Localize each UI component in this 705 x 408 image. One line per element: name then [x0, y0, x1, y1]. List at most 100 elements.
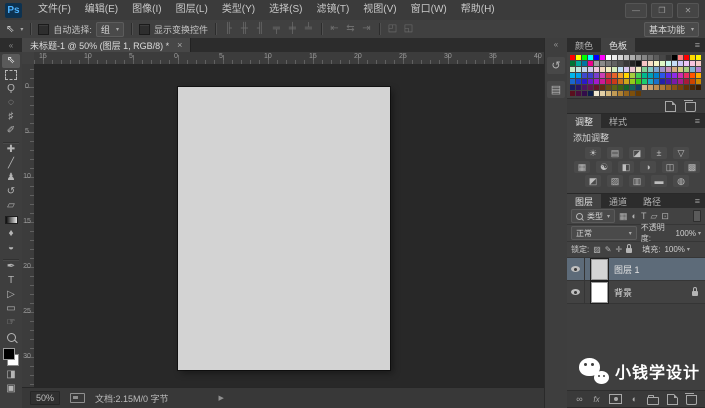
align-horizontal-centers-icon[interactable]: ╫ — [239, 23, 250, 35]
color-swatch[interactable] — [582, 73, 587, 78]
color-swatch[interactable] — [570, 73, 575, 78]
color-swatch[interactable] — [606, 61, 611, 66]
color-swatch[interactable] — [594, 67, 599, 72]
panel-tab[interactable]: 色板 — [601, 38, 636, 52]
color-swatch[interactable] — [630, 73, 635, 78]
align-bottom-edges-icon[interactable]: ╧ — [303, 23, 314, 35]
color-swatch[interactable] — [618, 67, 623, 72]
color-swatch[interactable] — [612, 91, 617, 96]
dodge-tool[interactable]: ◒ — [2, 241, 20, 255]
color-swatch[interactable] — [678, 85, 683, 90]
workspace-dropdown[interactable]: 基本功能 ▾ — [643, 21, 699, 37]
menu-item[interactable]: 图层(L) — [169, 0, 215, 20]
color-swatch[interactable] — [588, 91, 593, 96]
color-swatch[interactable] — [630, 85, 635, 90]
color-swatch[interactable] — [582, 91, 587, 96]
color-swatch[interactable] — [654, 85, 659, 90]
color-swatch[interactable] — [570, 67, 575, 72]
filter-type-layers-icon[interactable]: T — [641, 211, 647, 222]
color-swatch[interactable] — [636, 85, 641, 90]
filter-adjustment-layers-icon[interactable]: ◐ — [632, 211, 637, 222]
color-swatch[interactable] — [570, 85, 575, 90]
color-swatch[interactable] — [618, 85, 623, 90]
new-layer-icon[interactable] — [667, 393, 678, 405]
menu-item[interactable]: 选择(S) — [262, 0, 309, 20]
align-right-edges-icon[interactable]: ╢ — [255, 23, 266, 35]
color-balance-icon[interactable]: ☯ — [596, 161, 612, 173]
color-swatch[interactable] — [666, 67, 671, 72]
3d-roll-icon[interactable]: ◱ — [403, 23, 414, 35]
color-swatch[interactable] — [672, 61, 677, 66]
menu-item[interactable]: 编辑(E) — [78, 0, 125, 20]
visibility-cell[interactable] — [567, 258, 585, 280]
filter-pixel-layers-icon[interactable]: ▦ — [619, 211, 628, 222]
new-group-icon[interactable] — [647, 394, 659, 405]
delete-layer-icon[interactable] — [685, 393, 697, 405]
layer-thumbnail[interactable] — [590, 280, 609, 304]
color-swatch[interactable] — [570, 91, 575, 96]
color-swatch[interactable] — [672, 55, 677, 60]
color-swatch[interactable] — [642, 67, 647, 72]
blur-tool[interactable]: ♦ — [2, 227, 20, 241]
color-swatch[interactable] — [570, 79, 575, 84]
panel-tab[interactable]: 通道 — [601, 194, 635, 208]
color-swatch[interactable] — [654, 55, 659, 60]
color-swatch[interactable] — [594, 85, 599, 90]
show-transform-controls-checkbox[interactable] — [138, 23, 150, 35]
color-swatch[interactable] — [588, 55, 593, 60]
lock-pixels-icon[interactable]: ✎ — [605, 245, 612, 254]
color-swatch[interactable] — [672, 79, 677, 84]
document-tab[interactable]: 未标题-1 @ 50% (图层 1, RGB/8) * × — [22, 38, 192, 52]
color-swatch[interactable] — [690, 85, 695, 90]
blend-mode-dropdown[interactable]: 正常 ▾ — [571, 226, 637, 240]
close-button[interactable]: ✕ — [677, 2, 699, 18]
black-white-icon[interactable]: ◧ — [618, 161, 634, 173]
posterize-icon[interactable]: ▨ — [607, 175, 623, 187]
color-swatch[interactable] — [588, 67, 593, 72]
exposure-icon[interactable]: ± — [651, 147, 667, 159]
lock-transparency-icon[interactable]: ▨ — [593, 245, 601, 254]
color-swatch[interactable] — [696, 61, 701, 66]
color-swatch[interactable] — [588, 79, 593, 84]
color-swatch[interactable] — [642, 55, 647, 60]
document-canvas[interactable] — [178, 87, 390, 370]
color-swatch[interactable] — [678, 79, 683, 84]
color-swatch[interactable] — [636, 61, 641, 66]
color-swatch[interactable] — [672, 73, 677, 78]
menu-item[interactable]: 图像(I) — [125, 0, 168, 20]
path-selection-tool[interactable]: ▷ — [2, 288, 20, 302]
opacity-dropdown[interactable]: 100% ▾ — [676, 229, 701, 238]
lasso-tool[interactable]: Ϙ — [2, 82, 20, 96]
canvas-workspace[interactable] — [34, 64, 545, 388]
hue-saturation-icon[interactable]: ▦ — [574, 161, 590, 173]
color-swatch[interactable] — [612, 85, 617, 90]
move-tool[interactable]: ⇖ — [2, 54, 20, 68]
collapse-toolbar-icon[interactable]: « — [0, 38, 22, 52]
screen-mode-button[interactable]: ▣ — [2, 382, 20, 396]
color-swatch[interactable] — [648, 67, 653, 72]
panel-tab[interactable]: 路径 — [635, 194, 669, 208]
color-swatch[interactable] — [576, 79, 581, 84]
color-swatch[interactable] — [666, 73, 671, 78]
layer-row[interactable]: 背景 — [567, 280, 705, 304]
color-swatch[interactable] — [642, 79, 647, 84]
layer-row[interactable]: 图层 1 — [567, 257, 705, 281]
color-swatch[interactable] — [630, 55, 635, 60]
hand-tool[interactable]: ☞ — [2, 316, 20, 330]
filter-smart-objects-icon[interactable]: ⊡ — [661, 211, 669, 222]
align-vertical-centers-icon[interactable]: ╪ — [287, 23, 298, 35]
rectangle-tool[interactable]: ▭ — [2, 302, 20, 316]
align-left-edges-icon[interactable]: ╟ — [223, 23, 234, 35]
gradient-map-icon[interactable]: ▬ — [651, 175, 667, 187]
panel-menu-icon[interactable]: ≡ — [690, 114, 705, 128]
delete-swatch-icon[interactable] — [684, 100, 696, 112]
color-swatch[interactable] — [570, 55, 575, 60]
quick-selection-tool[interactable]: ◌ — [2, 96, 20, 110]
color-swatch[interactable] — [696, 67, 701, 72]
color-swatch[interactable] — [648, 73, 653, 78]
color-swatch[interactable] — [600, 73, 605, 78]
color-swatch[interactable] — [684, 61, 689, 66]
tool-preset-arrow-icon[interactable]: ▾ — [20, 26, 23, 33]
color-swatch[interactable] — [630, 91, 635, 96]
color-swatch[interactable] — [696, 79, 701, 84]
